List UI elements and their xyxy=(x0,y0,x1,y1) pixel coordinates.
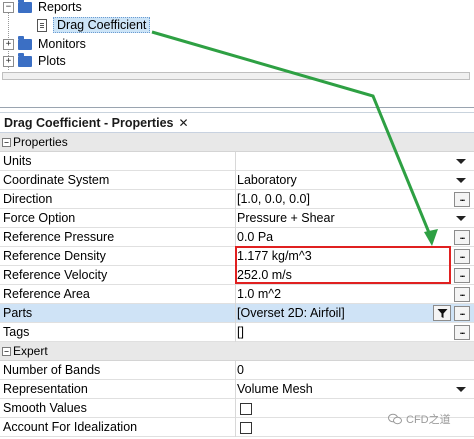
property-value[interactable]: 1.0 m^2 xyxy=(237,285,281,304)
tab-properties[interactable]: Drag Coefficient - Properties ✕ xyxy=(0,113,193,133)
property-row-reference-density[interactable]: Reference Density 1.177 kg/m^3 ... xyxy=(0,247,474,266)
property-name: Force Option xyxy=(3,211,76,225)
property-row-units[interactable]: Units xyxy=(0,152,474,171)
property-row-tags[interactable]: Tags [] ... xyxy=(0,323,474,342)
simulation-tree: − Reports Drag Coefficient + Monitors + … xyxy=(0,0,474,108)
column-divider xyxy=(235,171,236,190)
property-name: Number of Bands xyxy=(3,363,101,377)
property-name: Reference Velocity xyxy=(3,268,108,282)
ellipsis-button[interactable]: ... xyxy=(454,192,470,207)
ellipsis-button[interactable]: ... xyxy=(454,306,470,321)
column-divider xyxy=(235,361,236,380)
property-name: Reference Pressure xyxy=(3,230,115,244)
expand-icon[interactable]: + xyxy=(3,38,14,50)
property-row-reference-area[interactable]: Reference Area 1.0 m^2 ... xyxy=(0,285,474,304)
property-value[interactable]: Volume Mesh xyxy=(237,380,313,399)
column-divider xyxy=(235,209,236,228)
property-name: Account For Idealization xyxy=(3,420,138,434)
property-value[interactable]: [1.0, 0.0, 0.0] xyxy=(237,190,310,209)
dropdown-arrow-icon[interactable] xyxy=(456,387,466,392)
column-divider xyxy=(235,418,236,437)
property-value[interactable]: [Overset 2D: Airfoil] xyxy=(237,304,345,323)
ellipsis-button[interactable]: ... xyxy=(454,249,470,264)
collapse-icon[interactable]: − xyxy=(2,138,11,147)
tree-item-reports[interactable]: − Reports xyxy=(3,0,82,16)
folder-icon xyxy=(18,52,32,67)
account-for-idealization-checkbox[interactable] xyxy=(240,422,252,434)
category-title: Properties xyxy=(13,135,68,149)
tree-item-label: Monitors xyxy=(38,37,86,51)
tree-item-drag-coefficient[interactable]: Drag Coefficient xyxy=(37,16,151,34)
filter-button[interactable] xyxy=(433,305,451,321)
property-value[interactable]: 252.0 m/s xyxy=(237,266,292,285)
property-row-representation[interactable]: Representation Volume Mesh xyxy=(0,380,474,399)
property-row-number-of-bands[interactable]: Number of Bands 0 xyxy=(0,361,474,380)
column-divider xyxy=(235,323,236,342)
property-name: Coordinate System xyxy=(3,173,110,187)
dropdown-arrow-icon[interactable] xyxy=(456,216,466,221)
property-row-coordinate-system[interactable]: Coordinate System Laboratory xyxy=(0,171,474,190)
collapse-icon[interactable]: − xyxy=(3,1,14,13)
property-row-reference-velocity[interactable]: Reference Velocity 252.0 m/s ... xyxy=(0,266,474,285)
smooth-values-checkbox[interactable] xyxy=(240,403,252,415)
column-divider xyxy=(235,247,236,266)
property-name: Tags xyxy=(3,325,30,339)
tree-item-plots[interactable]: + Plots xyxy=(3,52,66,70)
ellipsis-button[interactable]: ... xyxy=(454,287,470,302)
column-divider xyxy=(235,399,236,418)
ellipsis-button[interactable]: ... xyxy=(454,268,470,283)
category-label: − Expert xyxy=(2,342,48,361)
property-value[interactable]: Pressure + Shear xyxy=(237,209,335,228)
tree-item-label: Drag Coefficient xyxy=(53,17,151,33)
tree-item-label: Plots xyxy=(38,54,66,68)
tree-item-monitors[interactable]: + Monitors xyxy=(3,35,86,53)
property-value[interactable]: 0.0 Pa xyxy=(237,228,273,247)
column-divider xyxy=(235,266,236,285)
watermark: CFD之道 xyxy=(388,411,451,427)
property-name: Representation xyxy=(3,382,88,396)
property-value[interactable]: Laboratory xyxy=(237,171,297,190)
folder-icon xyxy=(18,0,32,13)
property-row-force-option[interactable]: Force Option Pressure + Shear xyxy=(0,209,474,228)
horizontal-scrollbar[interactable] xyxy=(2,72,470,80)
watermark-text: CFD之道 xyxy=(406,414,451,426)
collapse-icon[interactable]: − xyxy=(2,347,11,356)
close-icon[interactable]: ✕ xyxy=(178,116,188,130)
property-name: Direction xyxy=(3,192,53,206)
property-row-reference-pressure[interactable]: Reference Pressure 0.0 Pa ... xyxy=(0,228,474,247)
expand-icon[interactable]: + xyxy=(3,55,14,67)
tree-item-label: Reports xyxy=(38,0,82,14)
folder-icon xyxy=(18,35,32,50)
category-properties[interactable]: − Properties xyxy=(0,133,474,152)
property-name: Smooth Values xyxy=(3,401,87,415)
column-divider xyxy=(235,228,236,247)
filter-icon xyxy=(437,309,448,318)
category-expert[interactable]: − Expert xyxy=(0,342,474,361)
property-name: Units xyxy=(3,154,32,168)
column-divider xyxy=(235,152,236,171)
column-divider xyxy=(235,304,236,323)
dropdown-arrow-icon[interactable] xyxy=(456,159,466,164)
property-row-direction[interactable]: Direction [1.0, 0.0, 0.0] ... xyxy=(0,190,474,209)
category-label: − Properties xyxy=(2,133,68,152)
ellipsis-button[interactable]: ... xyxy=(454,230,470,245)
property-name: Reference Area xyxy=(3,287,90,301)
report-doc-icon xyxy=(37,18,47,32)
property-name: Reference Density xyxy=(3,249,106,263)
properties-panel-header: Drag Coefficient - Properties ✕ xyxy=(0,112,474,134)
property-value[interactable]: [] xyxy=(237,323,244,342)
dropdown-arrow-icon[interactable] xyxy=(456,178,466,183)
property-value[interactable]: 0 xyxy=(237,361,244,380)
property-name: Parts xyxy=(3,306,33,320)
property-value[interactable]: 1.177 kg/m^3 xyxy=(237,247,312,266)
column-divider xyxy=(235,285,236,304)
column-divider xyxy=(235,190,236,209)
property-row-parts[interactable]: Parts [Overset 2D: Airfoil] ... xyxy=(0,304,474,323)
column-divider xyxy=(235,380,236,399)
wechat-icon xyxy=(388,413,402,425)
properties-title: Drag Coefficient - Properties xyxy=(4,116,174,130)
category-title: Expert xyxy=(13,344,48,358)
ellipsis-button[interactable]: ... xyxy=(454,325,470,340)
